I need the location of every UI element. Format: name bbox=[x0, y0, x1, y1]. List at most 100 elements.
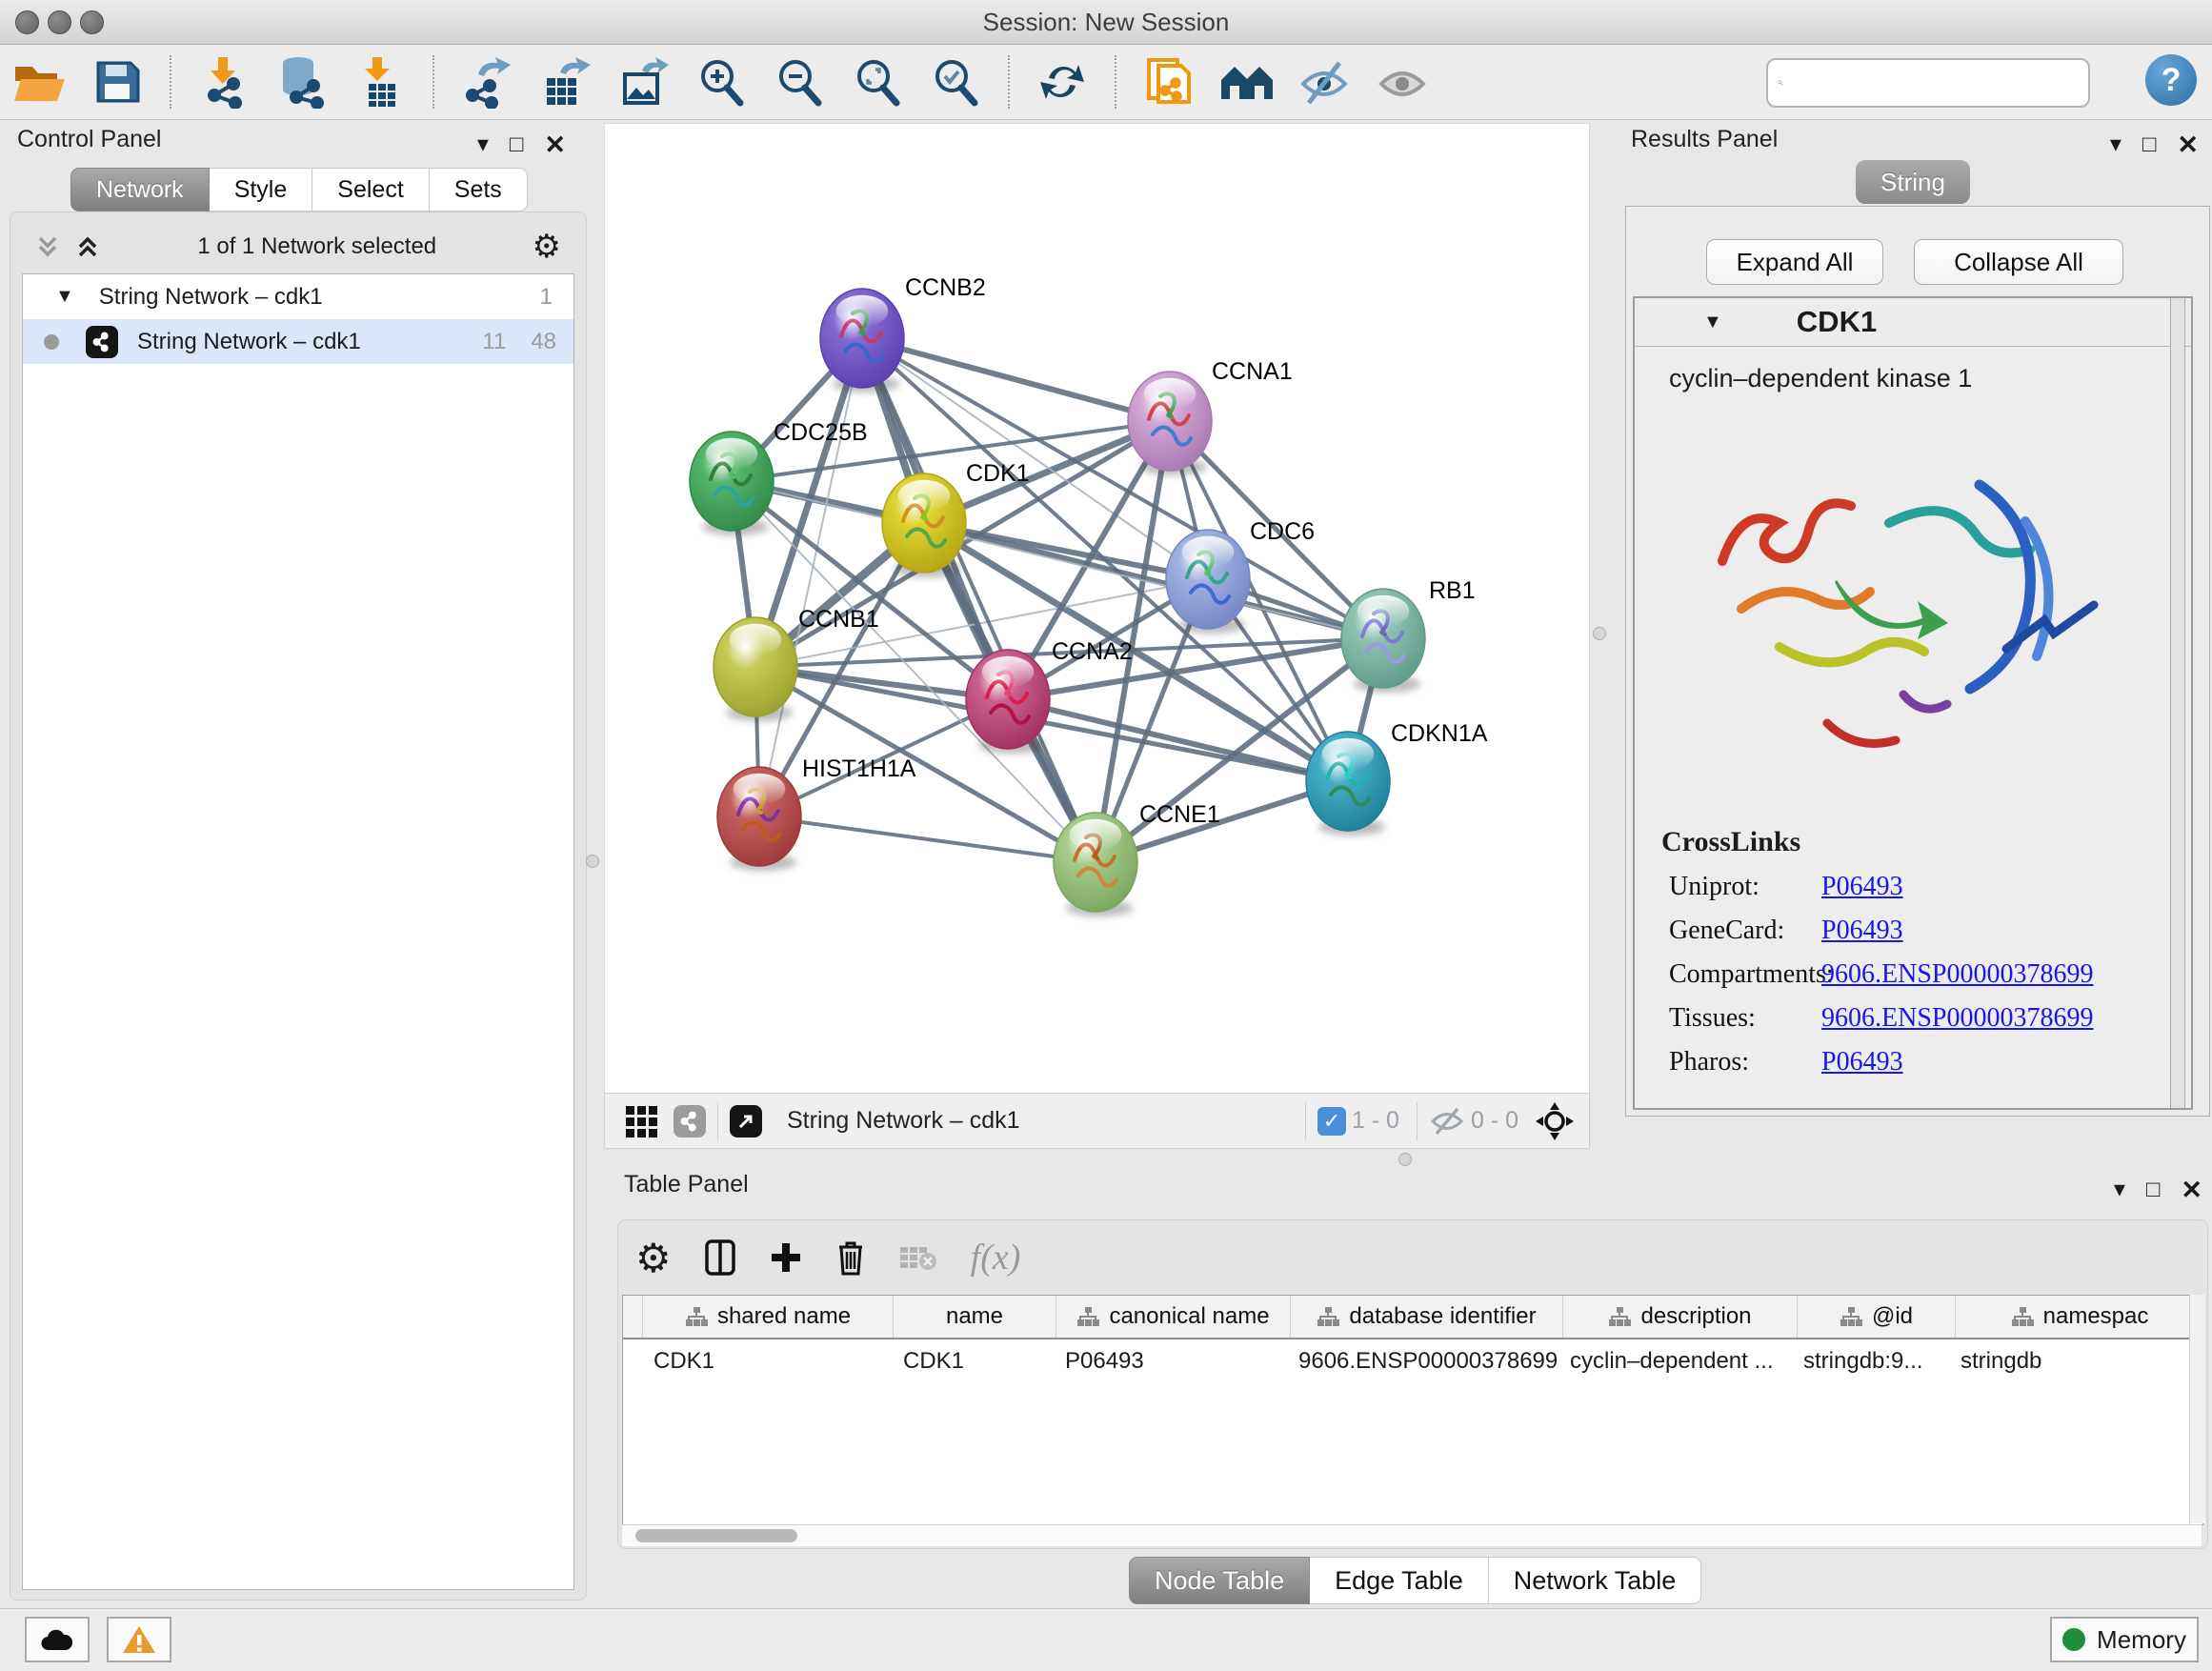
node-RB1[interactable] bbox=[1341, 589, 1425, 693]
node-CDC6[interactable] bbox=[1166, 530, 1250, 634]
panel-close-icon[interactable]: ✕ bbox=[2177, 132, 2199, 158]
search-field[interactable] bbox=[1766, 58, 2090, 108]
tree-expander-icon[interactable]: ▼ bbox=[55, 286, 74, 308]
vertical-scrollbar[interactable] bbox=[2189, 1295, 2205, 1523]
grid-view-icon[interactable] bbox=[622, 1102, 660, 1140]
panel-menu-icon[interactable]: ▾ bbox=[477, 133, 489, 156]
panel-float-icon[interactable]: □ bbox=[2146, 1178, 2161, 1201]
import-table-file-button[interactable] bbox=[350, 53, 411, 111]
card-scrollbar[interactable] bbox=[2170, 298, 2185, 1108]
show-columns-icon[interactable] bbox=[704, 1238, 736, 1277]
tab-style[interactable]: Style bbox=[210, 168, 313, 211]
column-header-database-identifier[interactable]: database identifier bbox=[1291, 1296, 1563, 1338]
cell-@id[interactable]: stringdb:9... bbox=[1792, 1339, 1949, 1383]
node-CCNE1[interactable] bbox=[1054, 813, 1137, 916]
node-CCNB1[interactable] bbox=[714, 617, 797, 721]
expand-all-chevrons-icon[interactable] bbox=[73, 232, 102, 261]
node-CCNA2[interactable] bbox=[966, 650, 1050, 754]
node-CDKN1A[interactable] bbox=[1306, 732, 1390, 836]
export-image-button[interactable] bbox=[613, 53, 674, 111]
column-header-@id[interactable]: @id bbox=[1798, 1296, 1956, 1338]
zoom-in-button[interactable] bbox=[691, 53, 752, 111]
hidden-items-icon[interactable] bbox=[1429, 1106, 1465, 1137]
table-settings-gear-icon[interactable]: ⚙ bbox=[635, 1235, 672, 1281]
crosslink-value-link[interactable]: 9606.ENSP00000378699 bbox=[1821, 959, 2093, 990]
edge-CCNA2-CDKN1A[interactable] bbox=[1008, 699, 1348, 781]
help-button[interactable]: ? bbox=[2145, 54, 2197, 106]
panel-float-icon[interactable]: □ bbox=[510, 133, 524, 156]
node-CDC25B[interactable] bbox=[690, 432, 774, 535]
column-header-canonical-name[interactable]: canonical name bbox=[1056, 1296, 1291, 1338]
export-network-button[interactable] bbox=[456, 53, 517, 111]
save-session-button[interactable] bbox=[87, 53, 148, 111]
cloud-sync-button[interactable] bbox=[25, 1617, 90, 1662]
network-row-selected[interactable]: String Network – cdk1 11 48 bbox=[23, 319, 573, 364]
cell-name[interactable]: CDK1 bbox=[892, 1339, 1054, 1383]
edge-CCNE1-HIST1H1A[interactable] bbox=[759, 816, 1096, 862]
network-canvas[interactable]: CDK1CCNB1CCNB2CCNA1CCNA2CCNE1CDC25BCDC6R… bbox=[605, 124, 1589, 1094]
refresh-button[interactable] bbox=[1032, 53, 1093, 111]
node-CCNB2[interactable] bbox=[820, 289, 904, 393]
cell-shared-name[interactable]: CDK1 bbox=[642, 1339, 892, 1383]
panel-menu-icon[interactable]: ▾ bbox=[2110, 133, 2122, 156]
network-view-icon[interactable] bbox=[674, 1105, 706, 1137]
left-splitter-handle[interactable] bbox=[586, 855, 599, 868]
edge-CCNB2-CCNE1[interactable] bbox=[862, 338, 1096, 862]
node-HIST1H1A[interactable] bbox=[717, 767, 801, 871]
panel-menu-icon[interactable]: ▾ bbox=[2114, 1178, 2125, 1201]
collapse-all-chevrons-icon[interactable] bbox=[33, 232, 62, 261]
card-expander-icon[interactable]: ▼ bbox=[1703, 312, 1722, 333]
zoom-fit-button[interactable] bbox=[847, 53, 908, 111]
tab-network-table[interactable]: Network Table bbox=[1489, 1557, 1702, 1604]
search-input[interactable] bbox=[1789, 69, 2088, 97]
tab-node-table[interactable]: Node Table bbox=[1129, 1557, 1310, 1604]
first-neighbors-button[interactable] bbox=[1217, 53, 1277, 111]
cell-namespac[interactable]: stringdb bbox=[1949, 1339, 2197, 1383]
open-session-button[interactable] bbox=[9, 53, 70, 111]
birds-eye-view-icon[interactable] bbox=[1534, 1100, 1576, 1142]
network-options-gear-icon[interactable]: ⚙ bbox=[533, 228, 561, 266]
cell-database-identifier[interactable]: 9606.ENSP00000378699 bbox=[1287, 1339, 1558, 1383]
protein-card-header[interactable]: ▼ CDK1 bbox=[1635, 298, 2191, 347]
crosslink-value-link[interactable]: P06493 bbox=[1821, 1047, 1903, 1077]
warnings-button[interactable] bbox=[107, 1617, 171, 1662]
collapse-all-button[interactable]: Collapse All bbox=[1914, 239, 2123, 285]
right-splitter-handle[interactable] bbox=[1593, 627, 1606, 640]
column-header-shared-name[interactable]: shared name bbox=[643, 1296, 894, 1338]
hide-selected-button[interactable] bbox=[1295, 53, 1356, 111]
memory-button[interactable]: Memory bbox=[2050, 1617, 2199, 1662]
crosslink-value-link[interactable]: P06493 bbox=[1821, 872, 1903, 902]
expand-all-button[interactable]: Expand All bbox=[1706, 239, 1883, 285]
import-network-database-button[interactable] bbox=[271, 53, 332, 111]
column-header-description[interactable]: description bbox=[1563, 1296, 1798, 1338]
network-collection-row[interactable]: ▼ String Network – cdk1 1 bbox=[23, 274, 573, 319]
cell-description[interactable]: cyclin–dependent ... bbox=[1558, 1339, 1792, 1383]
crosslink-value-link[interactable]: 9606.ENSP00000378699 bbox=[1821, 1003, 2093, 1034]
detach-view-icon[interactable] bbox=[730, 1105, 762, 1137]
column-header-namespac[interactable]: namespac bbox=[1956, 1296, 2204, 1338]
import-network-file-button[interactable] bbox=[193, 53, 254, 111]
export-table-button[interactable] bbox=[534, 53, 595, 111]
node-CCNA1[interactable] bbox=[1128, 372, 1212, 475]
panel-close-icon[interactable]: ✕ bbox=[544, 132, 566, 158]
clone-network-button[interactable] bbox=[1138, 53, 1199, 111]
zoom-selected-button[interactable] bbox=[925, 53, 986, 111]
tab-network[interactable]: Network bbox=[70, 168, 210, 211]
zoom-out-button[interactable] bbox=[769, 53, 830, 111]
bottom-splitter-handle[interactable] bbox=[1398, 1153, 1412, 1166]
delete-column-trash-icon[interactable] bbox=[835, 1238, 866, 1277]
tab-sets[interactable]: Sets bbox=[430, 168, 528, 211]
tab-string[interactable]: String bbox=[1856, 160, 1970, 204]
horizontal-scrollbar[interactable] bbox=[622, 1524, 2202, 1546]
selected-nodes-checkbox-icon[interactable]: ✓ bbox=[1317, 1107, 1346, 1136]
tab-select[interactable]: Select bbox=[312, 168, 429, 211]
edge-CCNB2-HIST1H1A[interactable] bbox=[759, 338, 862, 816]
tab-edge-table[interactable]: Edge Table bbox=[1310, 1557, 1489, 1604]
create-column-plus-icon[interactable] bbox=[769, 1240, 803, 1275]
panel-float-icon[interactable]: □ bbox=[2142, 133, 2157, 156]
table-row[interactable]: CDK1CDK1P064939606.ENSP00000378699cyclin… bbox=[623, 1339, 2202, 1383]
column-header-name[interactable]: name bbox=[894, 1296, 1056, 1338]
cell-canonical-name[interactable]: P06493 bbox=[1054, 1339, 1287, 1383]
show-all-button[interactable] bbox=[1373, 53, 1434, 111]
panel-close-icon[interactable]: ✕ bbox=[2181, 1178, 2202, 1203]
